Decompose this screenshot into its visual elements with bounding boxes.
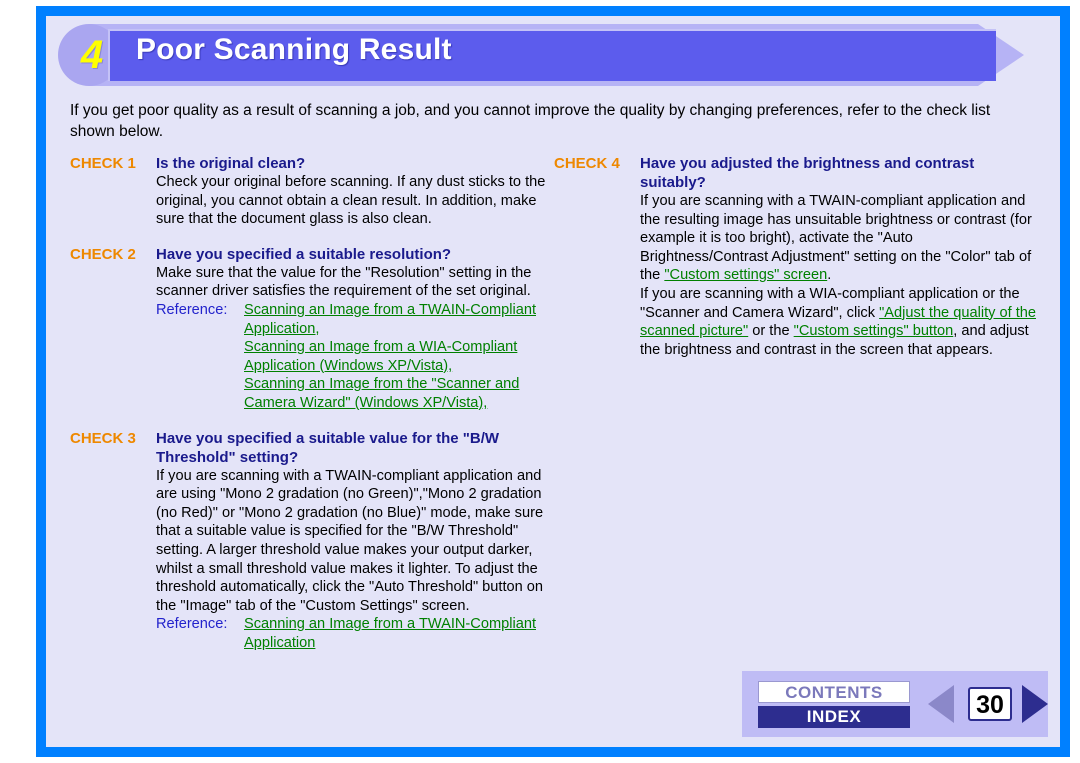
check-2-label: CHECK 2: [70, 245, 136, 263]
intro-paragraph: If you get poor quality as a result of s…: [70, 102, 991, 140]
check-block-4: CHECK 4 Have you adjusted the brightness…: [554, 154, 1036, 359]
check-1-body: Check your original before scanning. If …: [156, 174, 546, 228]
right-column: CHECK 4 Have you adjusted the brightness…: [554, 154, 1036, 375]
custom-settings-screen-link[interactable]: "Custom settings" screen: [664, 267, 827, 283]
check-2-question: Have you specified a suitable resolution…: [156, 245, 452, 263]
reference-link[interactable]: Scanning an Image from the "Scanner and …: [244, 376, 519, 411]
check-2-heading: CHECK 2 Have you specified a suitable re…: [70, 245, 548, 264]
custom-settings-button-link[interactable]: "Custom settings" button: [794, 323, 954, 339]
check-3-reference-label: Reference:: [156, 616, 228, 633]
check-1-heading: CHECK 1 Is the original clean?: [70, 154, 548, 173]
check-4-label: CHECK 4: [554, 155, 620, 172]
check-4-text-2: .: [827, 267, 832, 284]
check-2-body: Make sure that the value for the "Resolu…: [156, 264, 532, 300]
check-2-reference-group: Reference: Scanning an Image from a TWAI…: [156, 301, 548, 413]
page-title: Poor Scanning Result: [136, 33, 452, 66]
check-3-heading: CHECK 3 Have you specified a suitable va…: [70, 429, 548, 467]
reference-link[interactable]: Scanning an Image from a TWAIN-Compliant…: [244, 616, 536, 651]
check-3-question: Have you specified a suitable value for …: [156, 429, 500, 466]
previous-page-arrow-icon[interactable]: [928, 685, 954, 723]
page-frame: 4 Poor Scanning Result If you get poor q…: [36, 6, 1070, 757]
check-4-body: If you are scanning with a TWAIN-complia…: [640, 192, 1036, 359]
check-4-question: Have you adjusted the brightness and con…: [640, 155, 975, 191]
check-4-text-4: or the: [748, 323, 794, 340]
page-number-box: 30: [968, 687, 1012, 721]
check-block-2: CHECK 2 Have you specified a suitable re…: [70, 245, 548, 413]
left-column: CHECK 1 Is the original clean? Check you…: [70, 154, 548, 668]
check-3-body: If you are scanning with a TWAIN-complia…: [156, 467, 544, 614]
check-3-reference-links: Scanning an Image from a TWAIN-Compliant…: [244, 615, 548, 652]
index-button[interactable]: INDEX: [758, 706, 910, 728]
check-1-question: Is the original clean?: [156, 155, 306, 172]
check-block-1: CHECK 1 Is the original clean? Check you…: [70, 154, 548, 229]
page-content: 4 Poor Scanning Result If you get poor q…: [46, 16, 1060, 747]
reference-link[interactable]: Scanning an Image from a TWAIN-Compliant…: [244, 302, 536, 337]
check-2-reference-links: Scanning an Image from a TWAIN-Compliant…: [244, 301, 548, 413]
bottom-navigation: CONTENTS INDEX 30: [742, 671, 1048, 737]
next-page-arrow-icon[interactable]: [1022, 685, 1048, 723]
check-2-reference-label: Reference:: [156, 301, 228, 318]
check-3-label: CHECK 3: [70, 429, 136, 447]
section-banner: 4 Poor Scanning Result: [58, 24, 1024, 86]
check-3-reference-group: Reference: Scanning an Image from a TWAI…: [156, 615, 548, 652]
check-1-label: CHECK 1: [70, 155, 136, 172]
banner-step-number: 4: [80, 33, 104, 77]
check-block-3: CHECK 3 Have you specified a suitable va…: [70, 429, 548, 653]
contents-button[interactable]: CONTENTS: [758, 681, 910, 703]
check-4-heading: CHECK 4 Have you adjusted the brightness…: [554, 154, 1036, 192]
reference-link[interactable]: Scanning an Image from a WIA-Compliant A…: [244, 339, 517, 374]
